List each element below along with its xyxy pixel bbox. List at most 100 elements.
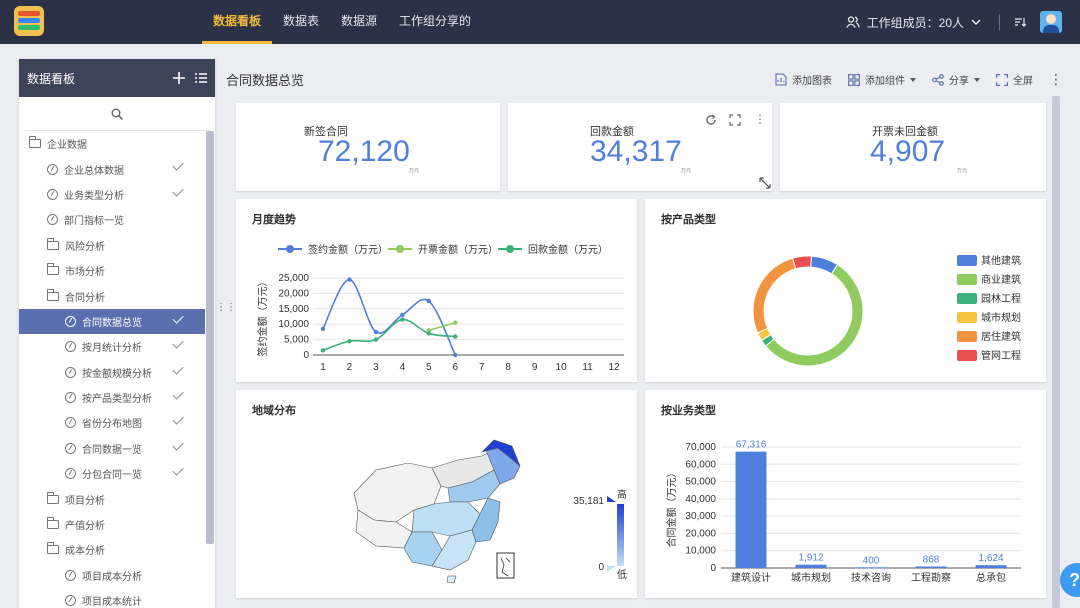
folder-icon	[46, 491, 59, 504]
dashboard-icon	[65, 341, 76, 353]
user-avatar[interactable]	[1040, 11, 1062, 33]
bar[interactable]	[735, 451, 767, 568]
pie-slice[interactable]	[752, 257, 797, 334]
sidebar-item[interactable]: 产值分析	[19, 512, 205, 537]
check-icon	[172, 464, 184, 476]
legend-label[interactable]: 园林工程	[981, 292, 1021, 305]
sidebar-item-label: 项目分析	[65, 495, 105, 507]
x-tick-label: 技术咨询	[851, 571, 891, 584]
data-point[interactable]	[426, 331, 432, 336]
add-chart-button[interactable]: 添加图表	[775, 72, 832, 87]
sidebar-item[interactable]: 项目分析	[19, 486, 205, 511]
sidebar-item[interactable]: 市场分析	[19, 258, 205, 283]
sidebar-item[interactable]: 合同分析	[19, 283, 205, 308]
tab-dashboard[interactable]: 数据看板	[202, 0, 273, 44]
data-point[interactable]	[453, 320, 458, 325]
workgroup-members-dropdown[interactable]: 工作组成员：20人	[845, 14, 981, 31]
panel-region-distribution: 地域分布 35,181 0 高 低	[236, 390, 637, 598]
bar-value-label: 67,316	[736, 440, 767, 451]
sidebar-item[interactable]: 分包合同一览	[19, 461, 205, 486]
fullscreen-icon	[996, 73, 1008, 86]
sidebar-item[interactable]: 部门指标一览	[19, 207, 205, 232]
product-type-donut-chart: 其他建筑商业建筑园林工程城市规划居住建筑管网工程	[752, 254, 1021, 367]
sidebar-item[interactable]: 成本分析	[19, 537, 205, 562]
legend-label[interactable]: 其他建筑	[981, 254, 1021, 267]
data-point[interactable]	[453, 334, 458, 339]
legend-swatch[interactable]	[957, 312, 977, 323]
legend-label[interactable]: 管网工程	[981, 349, 1021, 362]
china-map: 35,181 0 高 低	[353, 439, 627, 584]
legend-label[interactable]: 商业建筑	[981, 273, 1021, 286]
y-tick-label: 60,000	[685, 459, 716, 470]
data-point[interactable]	[400, 312, 405, 318]
list-icon[interactable]	[195, 72, 207, 84]
data-point[interactable]	[400, 317, 405, 322]
data-point[interactable]	[320, 348, 326, 353]
visual-map-handle-bottom-icon	[607, 566, 616, 572]
app-logo-icon[interactable]	[14, 6, 44, 36]
sidebar-scrollbar[interactable]	[206, 131, 214, 544]
refresh-icon[interactable]	[705, 114, 717, 126]
legend-label[interactable]: 回款金额（万元）	[528, 243, 608, 256]
data-point[interactable]	[453, 352, 458, 358]
share-button[interactable]: 分享	[932, 72, 980, 87]
card-more-icon[interactable]: ⋮	[754, 112, 766, 126]
pie-slice[interactable]	[792, 255, 812, 270]
data-point[interactable]	[347, 277, 352, 282]
sidebar-item[interactable]: 按产品类型分析	[19, 385, 205, 410]
tab-datasheet[interactable]: 数据表	[272, 0, 330, 44]
plus-icon[interactable]	[173, 72, 185, 84]
x-tick-label: 3	[373, 362, 379, 373]
legend-label[interactable]: 开票金额（万元）	[418, 243, 498, 256]
sidebar-item[interactable]: 企业数据	[19, 131, 205, 156]
legend-swatch[interactable]	[957, 274, 977, 285]
expand-icon[interactable]	[729, 114, 741, 126]
legend-swatch[interactable]	[957, 293, 977, 304]
legend-label[interactable]: 城市规划	[981, 311, 1021, 324]
y-tick-label: 30,000	[685, 511, 716, 522]
sidebar-item[interactable]: 省份分布地图	[19, 410, 205, 435]
sidebar-item[interactable]: 合同数据一览	[19, 436, 205, 461]
data-point[interactable]	[320, 326, 326, 332]
more-options-button[interactable]: ⋮	[1049, 71, 1063, 88]
panel-business-type: 按业务类型 0 10,000 20,000 30,000 40,000 50,000 60,…	[645, 390, 1046, 598]
resize-handle-icon[interactable]	[759, 177, 771, 189]
help-button[interactable]: ?	[1060, 563, 1080, 597]
sidebar-item[interactable]: 按金额规模分析	[19, 360, 205, 385]
bar[interactable]	[795, 564, 827, 568]
bar[interactable]	[855, 567, 887, 569]
legend-swatch[interactable]	[957, 255, 977, 266]
dashboard-icon	[47, 188, 58, 200]
sidebar-item[interactable]: 业务类型分析	[19, 182, 205, 207]
bar[interactable]	[975, 565, 1007, 568]
sidebar-item[interactable]: 风险分析	[19, 233, 205, 258]
pie-slice[interactable]	[764, 263, 864, 367]
data-point[interactable]	[347, 338, 352, 344]
legend-swatch[interactable]	[957, 331, 977, 342]
collapse-sidebar-icon[interactable]: ⋮⋮	[216, 302, 236, 313]
legend-swatch[interactable]	[957, 350, 977, 361]
tab-shared[interactable]: 工作组分享的	[388, 0, 482, 44]
sidebar-item[interactable]: 企业总体数据	[19, 156, 205, 181]
add-widget-button[interactable]: 添加组件	[848, 72, 916, 87]
sidebar-item[interactable]: 项目成本统计	[19, 588, 205, 608]
data-point[interactable]	[373, 337, 379, 342]
x-tick-label: 11	[582, 362, 593, 373]
dashboard-icon	[65, 315, 76, 327]
sidebar-item[interactable]: 项目成本分析	[19, 563, 205, 588]
legend-label[interactable]: 签约金额（万元）	[308, 243, 388, 256]
bar[interactable]	[915, 566, 947, 568]
content-scrollbar[interactable]	[1052, 96, 1060, 608]
search-icon[interactable]	[111, 108, 123, 120]
sidebar-item-label: 部门指标一览	[64, 216, 124, 228]
sidebar-item[interactable]: 合同数据总览	[19, 308, 205, 335]
x-tick-label: 9	[532, 362, 538, 373]
data-point[interactable]	[373, 329, 379, 335]
legend-label[interactable]: 居住建筑	[981, 330, 1021, 343]
sidebar-search[interactable]	[25, 97, 209, 131]
tab-datasource[interactable]: 数据源	[330, 0, 388, 44]
sort-icon[interactable]	[1014, 16, 1026, 28]
fullscreen-button[interactable]: 全屏	[996, 72, 1033, 87]
data-point[interactable]	[426, 298, 432, 304]
sidebar-item[interactable]: 按月统计分析	[19, 334, 205, 359]
